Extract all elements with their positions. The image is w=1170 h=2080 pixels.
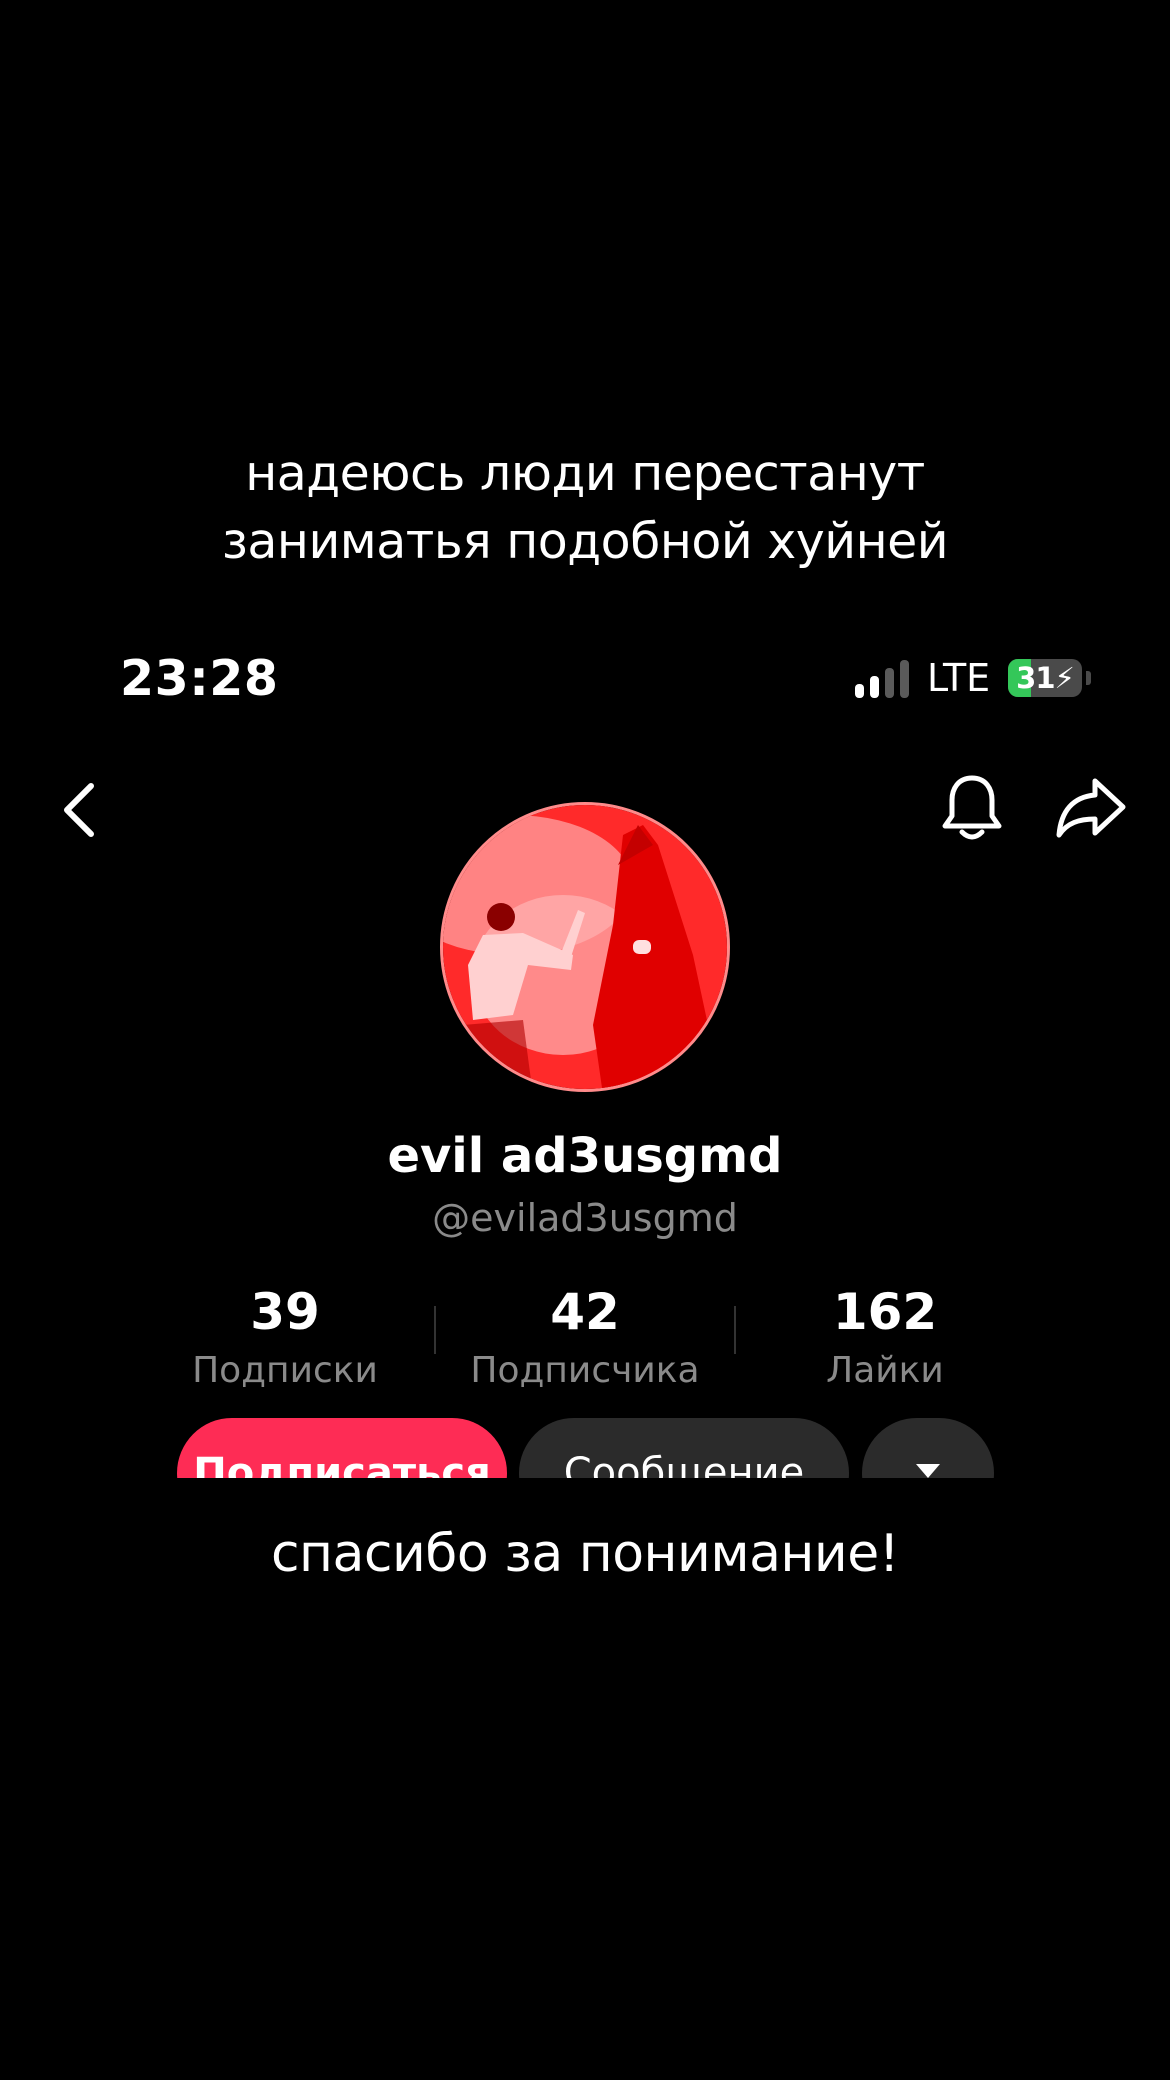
stat-divider: [434, 1306, 436, 1354]
screen: надеюсь люди перестанут заниматья подобн…: [0, 0, 1170, 2080]
caption-bottom: спасибо за понимание!: [270, 1524, 900, 1584]
more-options-button[interactable]: [862, 1418, 994, 1478]
signal-strength-icon: [855, 658, 909, 698]
stat-divider: [734, 1306, 736, 1354]
battery-icon: 31⚡: [1008, 659, 1083, 697]
share-arrow-icon[interactable]: [1055, 775, 1127, 841]
stat-label: Подписки: [192, 1350, 378, 1391]
caption-top-line-2: заниматья подобной хуйней: [221, 513, 949, 570]
status-indicators: LTE 31⚡: [855, 656, 1092, 700]
display-name: evil ad3usgmd: [387, 1128, 783, 1184]
stat-value: 42: [550, 1283, 620, 1341]
message-button[interactable]: Сообщение: [519, 1418, 849, 1478]
action-buttons: Подписаться Сообщение: [0, 1400, 1170, 1478]
network-type: LTE: [927, 656, 991, 700]
caption-top-line-1: надеюсь люди перестанут: [245, 445, 925, 502]
stat-value: 39: [250, 1283, 320, 1341]
profile-stats: 39 Подписки 42 Подписчика 162 Лайки: [135, 1282, 1035, 1396]
caption-top: надеюсь люди перестанут заниматья подобн…: [0, 440, 1170, 576]
chevron-down-icon: [916, 1464, 940, 1478]
stat-likes[interactable]: 162 Лайки: [735, 1282, 1035, 1396]
stat-label: Подписчика: [470, 1350, 700, 1391]
stat-followers[interactable]: 42 Подписчика: [435, 1282, 735, 1396]
stat-label: Лайки: [826, 1350, 944, 1391]
battery-cap: [1086, 671, 1092, 685]
avatar[interactable]: [440, 802, 730, 1092]
username: @evilad3usgmd: [432, 1196, 738, 1240]
battery-level: 31⚡: [1016, 661, 1075, 695]
bell-icon[interactable]: [940, 772, 1004, 844]
chevron-left-icon[interactable]: [55, 780, 105, 840]
stat-value: 162: [832, 1283, 938, 1341]
stat-following[interactable]: 39 Подписки: [135, 1282, 435, 1396]
follow-button[interactable]: Подписаться: [177, 1418, 507, 1478]
status-time: 23:28: [120, 650, 279, 707]
